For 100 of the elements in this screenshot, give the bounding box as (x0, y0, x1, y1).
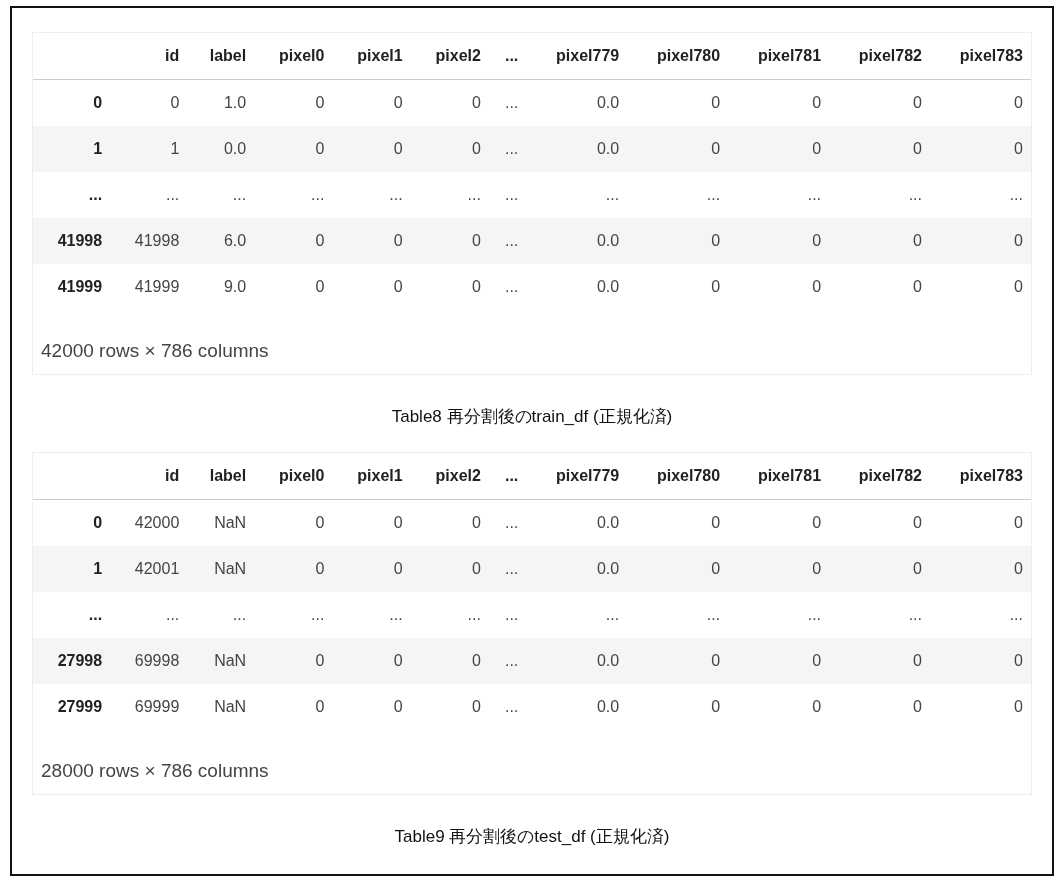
table-cell: 0 (332, 79, 411, 126)
table-cell: ... (929, 592, 1031, 638)
table-cell: 0.0 (526, 218, 628, 264)
table-cell: 0 (929, 499, 1031, 546)
column-header: pixel782 (829, 453, 930, 500)
table-cell: ... (728, 172, 830, 218)
table-cell: 69999 (110, 684, 188, 730)
table-cell: NaN (187, 684, 255, 730)
table-cell: 0 (829, 638, 930, 684)
column-header: pixel781 (728, 453, 830, 500)
table-cell: 0 (254, 499, 333, 546)
table-cell: ... (488, 264, 527, 310)
table-cell: 0 (627, 126, 729, 172)
table-cell: 0 (254, 126, 333, 172)
column-header: pixel783 (929, 33, 1031, 80)
table-cell: ... (488, 126, 527, 172)
table-cell: 0 (829, 546, 930, 592)
table-cell: 0 (929, 79, 1031, 126)
table-cell: 0 (627, 638, 729, 684)
table-caption: Table9 再分割後のtest_df (正規化済) (393, 826, 671, 848)
row-index: ... (33, 172, 111, 218)
table-cell: 0 (254, 638, 333, 684)
table-cell: ... (488, 172, 527, 218)
table-cell: 0.0 (526, 684, 628, 730)
table-cell: 69998 (110, 638, 188, 684)
table-cell: 0 (254, 218, 333, 264)
table-cell: 0.0 (526, 638, 628, 684)
table-cell: ... (110, 592, 188, 638)
table-cell: 0 (829, 218, 930, 264)
table-cell: 9.0 (187, 264, 255, 310)
row-index: 1 (33, 126, 111, 172)
column-header: pixel1 (332, 453, 411, 500)
table-cell: ... (829, 172, 930, 218)
table-cell: ... (187, 592, 255, 638)
table-cell: 0 (410, 79, 489, 126)
table-cell: ... (488, 638, 527, 684)
table-cell: ... (488, 592, 527, 638)
table-cell: ... (410, 172, 489, 218)
table-cell: 0 (332, 126, 411, 172)
table-cell: 0 (410, 546, 489, 592)
table-cell: 0 (929, 218, 1031, 264)
table-cell: ... (627, 592, 729, 638)
table-cell: 0.0 (526, 79, 628, 126)
table-cell: NaN (187, 638, 255, 684)
table-cell: 0.0 (526, 126, 628, 172)
table-cell: 0 (410, 684, 489, 730)
row-index: 41998 (33, 218, 111, 264)
table-cell: 0 (332, 218, 411, 264)
table-cell: ... (526, 592, 628, 638)
table-cell: 0 (332, 638, 411, 684)
table-cell: ... (627, 172, 729, 218)
table-cell: ... (526, 172, 628, 218)
table-cell: 0 (254, 546, 333, 592)
table-cell: ... (488, 79, 527, 126)
table-cell: 42000 (110, 499, 188, 546)
column-header: pixel1 (332, 33, 411, 80)
row-index: 0 (33, 79, 111, 126)
shape-summary: 42000 rows × 786 columns (40, 339, 270, 362)
column-header: pixel0 (254, 453, 333, 500)
column-header: pixel779 (526, 33, 628, 80)
table-cell: ... (488, 684, 527, 730)
table-cell: 0 (332, 546, 411, 592)
table-cell: ... (829, 592, 930, 638)
table-cell: NaN (187, 546, 255, 592)
table-cell: 41999 (110, 264, 188, 310)
column-header: pixel2 (410, 33, 489, 80)
table-cell: 0 (728, 546, 830, 592)
table-cell: 0 (332, 499, 411, 546)
table-cell: 0.0 (526, 546, 628, 592)
table-cell: 0 (410, 499, 489, 546)
table-cell: ... (929, 172, 1031, 218)
column-header: id (110, 33, 188, 80)
row-index: 41999 (33, 264, 111, 310)
table-cell: 0.0 (526, 499, 628, 546)
column-header: pixel783 (929, 453, 1031, 500)
table-cell: 6.0 (187, 218, 255, 264)
table-cell: 0 (110, 79, 188, 126)
table-cell: 0 (254, 79, 333, 126)
table-cell: ... (410, 592, 489, 638)
table-cell: 0 (627, 684, 729, 730)
column-header: pixel780 (627, 453, 729, 500)
table-cell: ... (728, 592, 830, 638)
column-header: pixel2 (410, 453, 489, 500)
table-cell: ... (488, 499, 527, 546)
table-cell: 0 (929, 264, 1031, 310)
table-cell: 0 (929, 638, 1031, 684)
table-cell: 0 (332, 264, 411, 310)
column-header: pixel0 (254, 33, 333, 80)
table-cell: ... (332, 172, 411, 218)
column-header: pixel782 (829, 33, 930, 80)
table-cell: 0 (332, 684, 411, 730)
table-cell: 0 (410, 264, 489, 310)
table-cell: NaN (187, 499, 255, 546)
table-cell: ... (187, 172, 255, 218)
column-header: pixel781 (728, 33, 830, 80)
row-index: 27999 (33, 684, 111, 730)
table-cell: 0 (728, 79, 830, 126)
table-cell: ... (254, 172, 333, 218)
table-cell: 0.0 (526, 264, 628, 310)
column-header: id (110, 453, 188, 500)
